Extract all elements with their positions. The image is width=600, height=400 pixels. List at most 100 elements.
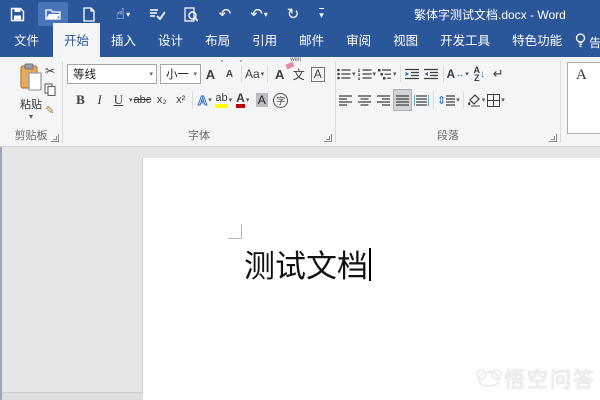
shrink-font-icon: A (226, 69, 233, 80)
tab-home[interactable]: 开始 (53, 23, 100, 57)
borders-button[interactable]: ▾ (486, 89, 506, 111)
customize-qat-icon: ▾ (319, 8, 324, 21)
decrease-indent-icon (405, 68, 419, 80)
format-painter-button[interactable]: ✎ (42, 103, 58, 118)
tab-design[interactable]: 设计 (147, 23, 194, 57)
numbering-button[interactable]: ▾ (357, 63, 378, 85)
tab-developer[interactable]: 开发工具 (429, 23, 501, 57)
subscript-button[interactable]: x₂ (152, 89, 171, 111)
cut-button[interactable]: ✂ (42, 63, 58, 78)
paragraph-group: ▾ ▾ ▾ A↔▾ AZ↓ ↵ ⇕▾ ▾ ▾ 段落 (336, 57, 560, 146)
tell-me-box[interactable]: 告 (575, 33, 600, 57)
decrease-indent-button[interactable] (403, 63, 422, 85)
text-highlight-button[interactable]: ab▾ (214, 89, 233, 111)
open-folder-icon (45, 7, 61, 21)
new-document-icon (83, 7, 95, 22)
character-border-button[interactable]: A (308, 63, 327, 85)
chevron-down-icon: ▾ (208, 96, 212, 104)
save-icon (10, 7, 25, 22)
chevron-down-icon: ▾ (393, 70, 397, 78)
tab-references[interactable]: 引用 (241, 23, 288, 57)
chevron-down-icon: ▾ (261, 70, 265, 78)
spell-check-icon (149, 7, 165, 21)
document-page[interactable]: 测试文档 悟空问答 (143, 158, 600, 400)
character-shading-button[interactable]: A (252, 89, 271, 111)
align-right-button[interactable] (374, 89, 393, 111)
separator (463, 91, 464, 109)
font-name-value: 等线 (73, 66, 96, 82)
text-effects-icon: A (198, 93, 207, 108)
bold-button[interactable]: B (71, 89, 90, 111)
italic-button[interactable]: I (90, 89, 109, 111)
underline-button[interactable]: U (109, 89, 128, 111)
paragraph-row-1: ▾ ▾ ▾ A↔▾ AZ↓ ↵ (336, 61, 560, 87)
text-effects-button[interactable]: A▾ (195, 89, 214, 111)
character-border-icon: A (311, 67, 325, 82)
multilevel-list-button[interactable]: ▾ (377, 63, 398, 85)
bullets-icon (337, 68, 351, 80)
change-case-button[interactable]: Aa▾ (244, 63, 265, 85)
line-spacing-arrow-icon: ⇕ (437, 94, 446, 107)
chinese-layout-button[interactable]: A↔▾ (446, 63, 470, 85)
styles-gallery[interactable]: A (567, 62, 600, 134)
clear-formatting-button[interactable]: A (270, 63, 289, 85)
chevron-down-icon: ▾ (456, 96, 460, 104)
font-color-button[interactable]: A▾ (233, 89, 252, 111)
dropdown-caret-icon: ▾ (264, 10, 268, 19)
undo-icon: ↶ (219, 7, 232, 22)
shrink-mark: ˇ (240, 61, 242, 68)
superscript-button[interactable]: x² (171, 89, 190, 111)
watermark: 悟空问答 (478, 364, 596, 394)
paragraph-dialog-launcher[interactable] (549, 134, 557, 142)
chevron-down-icon: ▾ (501, 96, 505, 104)
bullets-button[interactable]: ▾ (336, 63, 357, 85)
increase-indent-button[interactable] (422, 63, 441, 85)
phonetic-guide-button[interactable]: wén文 (289, 63, 308, 85)
character-shading-icon: A (256, 93, 268, 107)
tab-layout[interactable]: 布局 (194, 23, 241, 57)
sort-button[interactable]: AZ↓ (470, 63, 489, 85)
font-name-combo[interactable]: 等线 ▾ (67, 64, 157, 84)
text-cursor (369, 248, 371, 281)
font-group-label: 字体 (63, 127, 335, 143)
font-size-combo[interactable]: 小一 ▾ (160, 64, 201, 84)
chevron-down-icon: ▾ (352, 70, 356, 78)
align-left-button[interactable] (336, 89, 355, 111)
phonetic-guide-icon: 文 (293, 66, 305, 83)
separator (267, 65, 268, 83)
shading-button[interactable]: ▾ (466, 89, 487, 111)
tab-file[interactable]: 文件 (0, 23, 53, 57)
show-hide-marks-button[interactable]: ↵ (489, 63, 508, 85)
shading-bucket-icon (467, 94, 481, 107)
chinese-layout-arrows: ↔ (455, 69, 464, 79)
tab-view[interactable]: 视图 (382, 23, 429, 57)
align-center-button[interactable] (355, 89, 374, 111)
enclose-characters-button[interactable]: 字 (271, 89, 290, 111)
separator (443, 65, 444, 83)
separator (192, 91, 193, 109)
strikethrough-button[interactable]: abc (133, 89, 153, 111)
paragraph-row-2: ⇕▾ ▾ ▾ (336, 87, 560, 113)
tab-special-features[interactable]: 特色功能 (501, 23, 573, 57)
numbering-icon (358, 68, 372, 80)
chevron-down-icon: ▾ (149, 70, 153, 78)
clipboard-dialog-launcher[interactable] (51, 134, 59, 142)
justify-button[interactable] (393, 89, 412, 111)
shrink-font-button[interactable]: Aˇ (220, 63, 239, 85)
status-band (2, 392, 143, 400)
font-dialog-launcher[interactable] (324, 134, 332, 142)
tab-review[interactable]: 审阅 (335, 23, 382, 57)
tab-mailings[interactable]: 邮件 (288, 23, 335, 57)
copy-button[interactable] (42, 83, 58, 98)
line-spacing-button[interactable]: ⇕▾ (436, 89, 461, 111)
dropdown-caret-icon: ▾ (126, 10, 130, 19)
grow-font-button[interactable]: Aˆ (201, 63, 220, 85)
undo-icon: ↶ (250, 7, 263, 22)
distributed-button[interactable] (412, 89, 431, 111)
tab-insert[interactable]: 插入 (100, 23, 147, 57)
font-row-2: B I U ▾ abc x₂ x² A▾ ab▾ A▾ A 字 (63, 87, 335, 113)
align-center-icon (358, 95, 371, 106)
document-body-text[interactable]: 测试文档 (244, 241, 371, 286)
monkey-logo-icon (478, 371, 500, 387)
separator (400, 65, 401, 83)
